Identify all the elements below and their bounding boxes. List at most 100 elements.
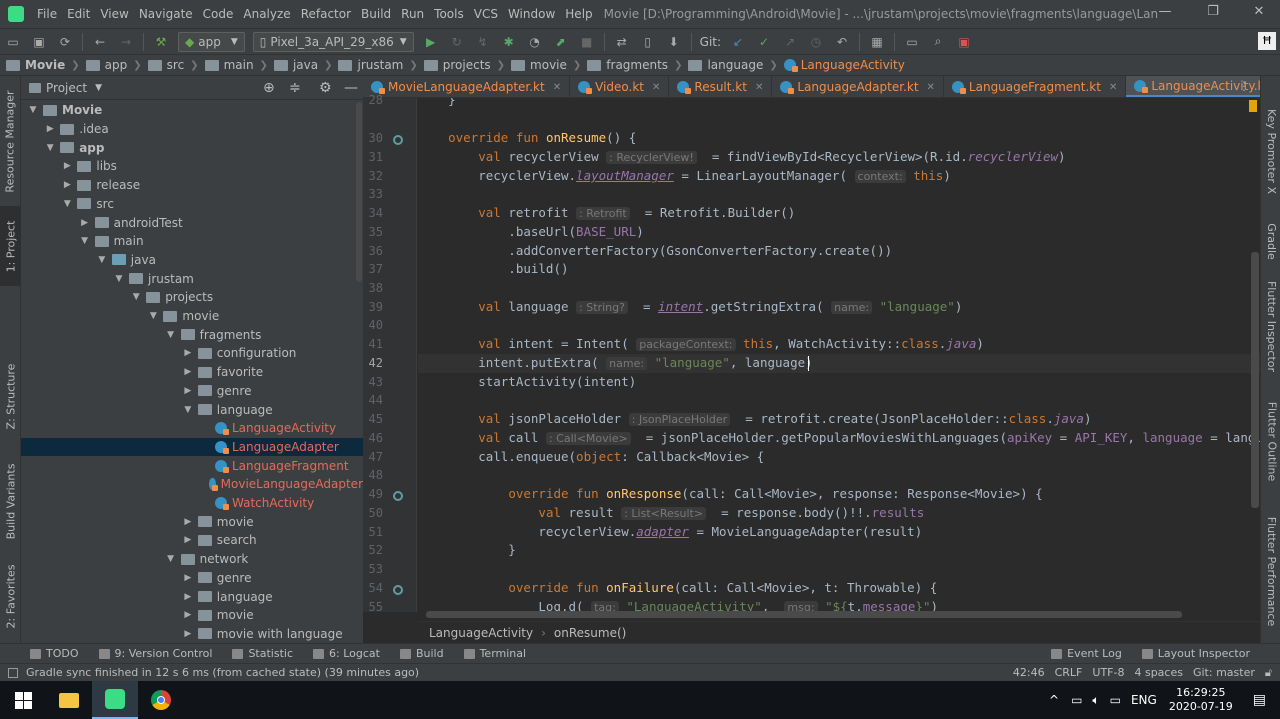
tree-item[interactable]: ▶ androidTest [21,213,363,232]
avd-manager-icon[interactable]: ▯ [640,34,656,50]
breadcrumb-item[interactable]: Movie ❯ [6,58,86,72]
git-branch[interactable]: Git: master [1193,666,1255,679]
git-commit-icon[interactable]: ✓ [756,34,772,50]
editor-tab[interactable]: Video.kt ✕ [570,76,670,97]
tree-item[interactable]: WatchActivity [21,494,363,513]
expand-arrow-icon[interactable]: ▼ [147,311,159,321]
collapse-arrow-icon[interactable]: ▶ [79,218,91,228]
breadcrumb-class[interactable]: LanguageActivity [429,626,533,640]
layout-inspector-tab[interactable]: Layout Inspector [1132,647,1260,660]
expand-arrow-icon[interactable]: ▼ [165,330,177,340]
breadcrumb-item[interactable]: projects ❯ [423,58,511,72]
breadcrumb-item[interactable]: jrustam ❯ [338,58,423,72]
breadcrumb-item[interactable]: java ❯ [273,58,339,72]
override-marker-icon[interactable] [393,585,403,595]
run-icon[interactable]: ▶ [423,34,439,50]
forward-icon[interactable]: → [118,34,134,50]
tree-item[interactable]: LanguageActivity [21,419,363,438]
tree-item[interactable]: ▶ genre [21,382,363,401]
collapse-arrow-icon[interactable]: ▶ [182,629,194,639]
tree-item[interactable]: ▶ release [21,176,363,195]
editor-vertical-scrollbar[interactable] [1251,252,1259,508]
expand-arrow-icon[interactable]: ▼ [44,143,56,153]
maximize-button[interactable]: ❐ [1190,4,1236,24]
collapse-arrow-icon[interactable]: ▶ [182,367,194,377]
keyboard-language[interactable]: ENG [1131,693,1157,707]
key-promoter-tab[interactable]: Key Promoter X [1261,96,1280,206]
caret-position[interactable]: 42:46 [1013,666,1045,679]
menu-edit[interactable]: Edit [62,7,95,21]
tree-item[interactable]: ▶ movie with language [21,625,363,643]
minimize-button[interactable]: — [1142,4,1188,24]
menu-run[interactable]: Run [396,7,429,21]
tree-item[interactable]: ▼ Movie [21,101,363,120]
presentation-icon[interactable]: ▭ [904,34,920,50]
tab-overflow-icon[interactable]: ⋮ [1238,79,1250,93]
tree-item[interactable]: ▼ main [21,232,363,251]
breadcrumb-item[interactable]: src ❯ [147,58,205,72]
flutter-inspector-tab[interactable]: Flutter Inspector [1261,276,1280,376]
expand-arrow-icon[interactable]: ▼ [130,292,142,302]
open-folder-icon[interactable]: ▭ [5,34,21,50]
flutter-performance-tab[interactable]: Flutter Performance [1261,511,1280,631]
profile-icon[interactable]: ◔ [527,34,543,50]
expand-arrow-icon[interactable]: ▼ [27,105,39,115]
line-separator[interactable]: CRLF [1055,666,1083,679]
menu-window[interactable]: Window [503,7,560,21]
collapse-arrow-icon[interactable]: ▶ [182,610,194,620]
git-history-icon[interactable]: ◷ [808,34,824,50]
collapse-arrow-icon[interactable]: ▶ [182,517,194,527]
collapse-arrow-icon[interactable]: ▶ [44,124,56,134]
editor-tab[interactable]: LanguageFragment.kt ✕ [944,76,1127,97]
build-variants-tab[interactable]: Build Variants [0,456,21,546]
locate-icon[interactable]: ⊕ [263,80,275,96]
menu-tools[interactable]: Tools [429,7,469,21]
project-tab[interactable]: 1: Project [0,206,21,286]
expand-arrow-icon[interactable]: ▼ [79,236,91,246]
tree-item[interactable]: ▶ search [21,531,363,550]
menu-build[interactable]: Build [356,7,396,21]
android-studio-taskbar-icon[interactable] [92,681,138,719]
collapse-arrow-icon[interactable]: ▶ [61,180,73,190]
chevron-down-icon[interactable]: ▼ [95,83,102,93]
collapse-arrow-icon[interactable]: ▶ [182,348,194,358]
apply-code-changes-icon[interactable]: ↯ [475,34,491,50]
favorites-tab[interactable]: 2: Favorites [0,556,21,636]
tree-item[interactable]: ▶ .idea [21,120,363,139]
close-tab-icon[interactable]: ✕ [652,82,660,93]
close-tab-icon[interactable]: ✕ [1109,82,1117,93]
debug-icon[interactable]: ✱ [501,34,517,50]
close-tab-icon[interactable]: ✕ [553,82,561,93]
back-icon[interactable]: ← [92,34,108,50]
editor-tab[interactable]: Result.kt ✕ [669,76,773,97]
sync-icon[interactable]: ⟳ [57,34,73,50]
menu-vcs[interactable]: VCS [469,7,503,21]
gear-icon[interactable]: ⚙ [319,80,332,96]
chrome-icon[interactable] [138,681,184,719]
breadcrumb-function[interactable]: onResume() [554,626,626,640]
sdk-manager-icon[interactable]: ⬇ [666,34,682,50]
tree-item[interactable]: ▼ language [21,400,363,419]
build-tab[interactable]: Build [390,647,454,660]
tree-item[interactable]: LanguageFragment [21,456,363,475]
device-select[interactable]: ▯ Pixel_3a_API_29_x86 ▼ [252,31,414,52]
breadcrumb-item[interactable]: LanguageActivity [783,58,905,72]
show-hidden-icons-icon[interactable]: ^ [1049,693,1059,707]
project-view-select[interactable]: Project [46,81,87,95]
volume-icon[interactable]: 🔈︎ [1092,693,1099,708]
windows-start-icon[interactable] [0,681,46,719]
menu-navigate[interactable]: Navigate [134,7,198,21]
git-update-icon[interactable]: ↙ [730,34,746,50]
menu-analyze[interactable]: Analyze [238,7,295,21]
status-toggle-icon[interactable] [8,667,18,678]
tree-item[interactable]: ▼ projects [21,288,363,307]
version-control-tab[interactable]: 9: Version Control [89,647,223,660]
terminal-tab[interactable]: Terminal [454,647,537,660]
flutter-outline-tab[interactable]: Flutter Outline [1261,391,1280,491]
override-marker-icon[interactable] [393,491,403,501]
notifications-icon[interactable]: ▤ [1253,692,1266,708]
editor-horizontal-scrollbar[interactable] [426,611,1182,618]
apply-changes-icon[interactable]: ↻ [449,34,465,50]
module-select[interactable]: ◆ app ▼ [178,31,245,52]
menu-file[interactable]: File [32,7,62,21]
